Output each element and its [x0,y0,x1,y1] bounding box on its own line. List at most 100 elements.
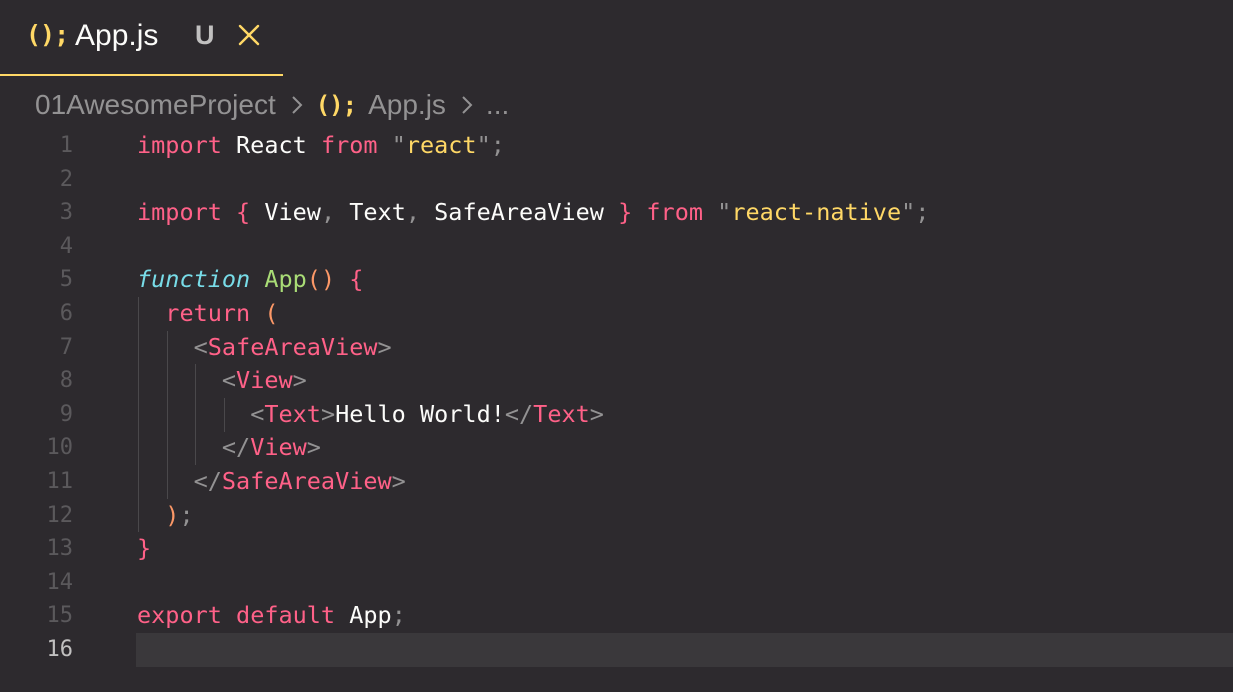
line-number: 13 [46,536,74,562]
code-token: App [335,601,392,630]
code-token: Text [533,399,590,428]
line-number: 16 [46,637,74,662]
code-token: return [165,299,251,327]
code-token: ; [915,198,930,227]
line-number: 11 [46,469,74,494]
code-line[interactable]: 9 <Text>Hello World!</Text> [0,398,1233,432]
line-number: 8 [59,368,73,394]
code-token: } [137,534,152,563]
code-token: Text [335,198,406,227]
line-number: 7 [59,334,73,360]
breadcrumb: 01AwesomeProject (); App.js ... [35,86,509,124]
breadcrumb-folder[interactable]: 01AwesomeProject [35,89,276,121]
code-token: < [193,332,208,361]
code-token: " [476,131,491,159]
tab-app-js[interactable]: (); App.js U [0,0,283,76]
code-text: } [137,532,151,566]
code-token: , [405,198,421,227]
code-token: SafeAreaView [207,332,378,361]
code-token: ; [490,131,505,159]
code-text: import React from "react"; [137,129,505,163]
code-line[interactable]: 7 <SafeAreaView> [0,331,1233,365]
code-line[interactable]: 5 function App() { [0,263,1233,297]
chevron-right-icon [462,96,473,114]
line-number: 5 [59,267,73,293]
code-text: export default App; [137,599,406,633]
code-line[interactable]: 12 ); [0,499,1233,533]
code-token: react-native [731,198,902,227]
code-token: > [320,399,336,428]
code-token: Hello World! [335,399,505,428]
code-token: ; [391,601,406,630]
code-token: View [250,433,307,462]
line-number: 6 [59,301,73,326]
code-token: </ [193,467,222,495]
code-line[interactable]: 11 </SafeAreaView> [0,465,1233,499]
code-token: { [236,198,251,227]
line-number: 9 [59,401,73,427]
breadcrumb-file[interactable]: App.js [368,89,446,121]
code-token: function [137,265,251,294]
code-token: ( [264,299,279,327]
tab-bar: (); App.js U [0,0,1233,76]
code-line[interactable]: 3 import { View, Text, SafeAreaView } fro… [0,196,1233,230]
code-token: > [292,366,307,395]
code-line[interactable]: 16 [0,633,1233,667]
line-number: 14 [46,569,74,595]
code-token: ; [179,500,194,529]
code-text: <View> [137,364,307,398]
code-token: App [264,265,307,294]
code-line[interactable]: 13} [0,532,1233,566]
code-text: <SafeAreaView> [137,331,392,365]
code-token: > [391,467,406,495]
javascript-file-icon: (); [26,20,69,49]
close-icon[interactable] [236,22,262,48]
code-text: return ( [137,297,279,331]
code-line[interactable]: 2 [0,163,1233,197]
code-token: () [306,265,336,294]
code-token: react [405,131,477,159]
code-editor[interactable]: 1 import React from "react"; 2 3 import { Vi… [0,129,1233,692]
code-token: React [221,131,321,159]
code-token: import [137,198,222,227]
code-token: View [236,366,293,395]
code-token: < [250,399,265,428]
code-line[interactable]: 6 return ( [0,297,1233,331]
code-text: function App() { [137,263,363,297]
code-text: </SafeAreaView> [137,465,406,499]
code-token: > [377,332,392,361]
code-line[interactable]: 14 [0,566,1233,600]
code-token: Text [264,399,321,428]
code-line[interactable]: 8 <View> [0,364,1233,398]
code-token: View [250,198,321,227]
untracked-status-badge: U [195,20,215,50]
line-number: 1 [59,133,73,158]
code-token: > [306,433,321,462]
line-number: 4 [59,233,73,259]
line-number: 15 [46,603,74,629]
code-token: < [221,366,237,395]
code-line[interactable]: 15 export default App; [0,599,1233,633]
tab-label: App.js [75,19,159,52]
code-line[interactable]: 10 </View> [0,431,1233,465]
code-token: " [391,131,406,159]
breadcrumb-symbols[interactable]: ... [486,89,509,121]
code-line[interactable]: 1 import React from "react"; [0,129,1233,163]
code-token: " [717,198,732,227]
line-number: 12 [46,502,74,528]
code-line[interactable]: 4 [0,230,1233,264]
chevron-right-icon [292,96,303,114]
code-token: from [646,198,703,227]
